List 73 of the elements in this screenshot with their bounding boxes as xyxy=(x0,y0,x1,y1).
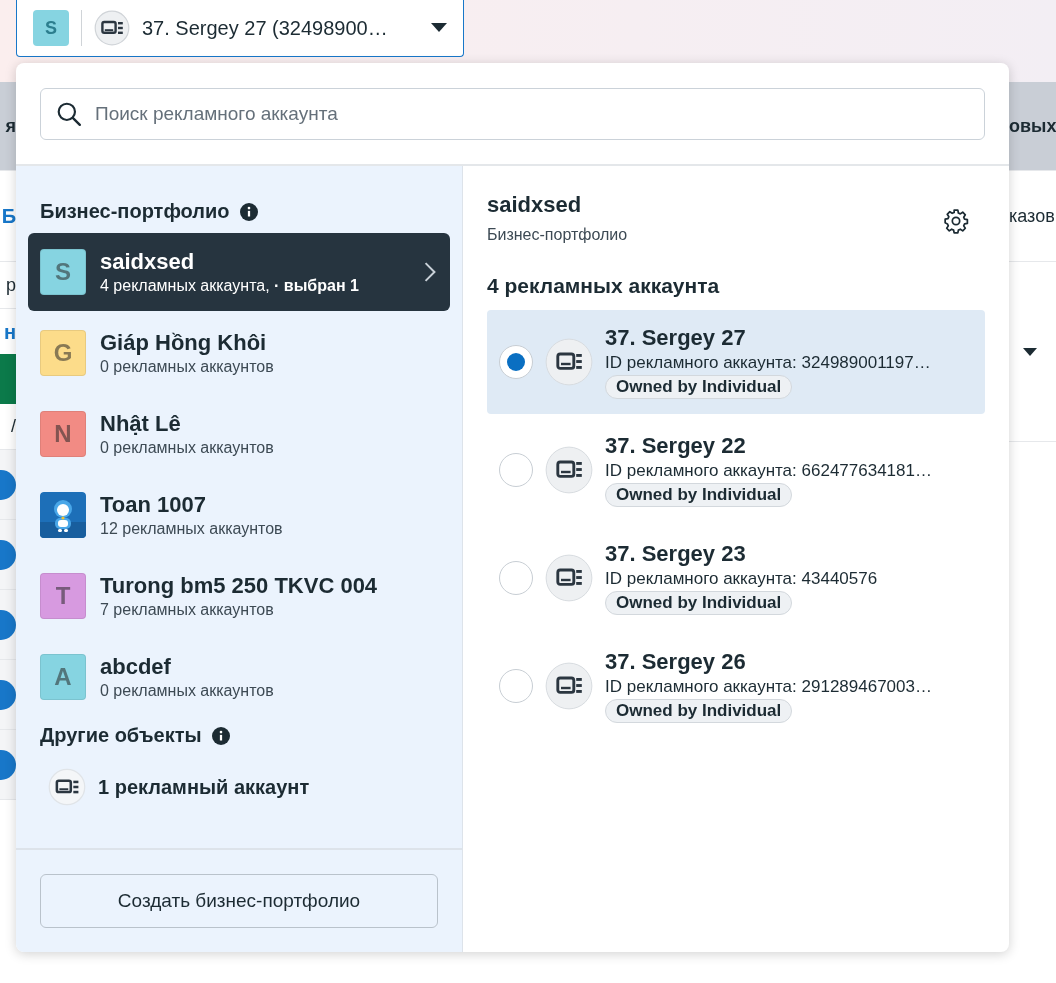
ad-account-icon xyxy=(545,446,593,494)
ad-account-icon xyxy=(545,338,593,386)
radio-button[interactable] xyxy=(499,669,533,703)
account-selector[interactable]: S 37. Sergey 27 (32498900… xyxy=(16,0,464,57)
ad-account-row[interactable]: 37. Sergey 22 ID рекламного аккаунта: 662477634181… Owned by Individual xyxy=(487,418,985,522)
portfolio-item[interactable]: A abcdef 0 рекламных аккаунтов xyxy=(28,638,450,716)
owner-tag: Owned by Individual xyxy=(605,591,793,615)
caret-icon xyxy=(431,23,447,33)
other-accounts-item[interactable]: 1 рекламный аккаунт xyxy=(28,761,450,813)
ad-account-id: ID рекламного аккаунта: 662477634181… xyxy=(605,461,932,481)
portfolio-title: saidxsed xyxy=(487,192,583,218)
radio-button[interactable] xyxy=(499,453,533,487)
info-icon[interactable] xyxy=(239,202,258,221)
ad-account-icon xyxy=(48,768,86,806)
portfolio-item[interactable]: N Nhật Lê 0 рекламных аккаунтов xyxy=(28,395,450,473)
portfolio-avatar: A xyxy=(40,654,86,700)
owner-tag: Owned by Individual xyxy=(605,483,793,507)
page-link[interactable]: н xyxy=(3,320,16,344)
portfolio-subtitle: 4 рекламных аккаунта, · выбран 1 xyxy=(100,277,360,295)
page-text: я xyxy=(5,115,16,137)
portfolio-subtitle: 7 рекламных аккаунтов xyxy=(100,601,275,619)
ad-account-row[interactable]: 37. Sergey 23 ID рекламного аккаунта: 43440576 Owned by Individual xyxy=(487,526,985,630)
owner-tag: Owned by Individual xyxy=(605,375,793,399)
page-text: овых xyxy=(1009,115,1056,137)
caret-icon[interactable] xyxy=(1023,347,1037,356)
portfolio-avatar: G xyxy=(40,330,86,376)
portfolio-subtitle: 0 рекламных аккаунтов xyxy=(100,358,275,376)
page-tab[interactable]: Б xyxy=(1,204,16,228)
ad-account-icon xyxy=(545,554,593,602)
portfolio-avatar: S xyxy=(33,10,69,46)
radio-button[interactable] xyxy=(499,345,533,379)
create-portfolio-button[interactable]: Создать бизнес-портфолио xyxy=(40,874,438,928)
portfolio-subtitle: 0 рекламных аккаунтов xyxy=(100,439,275,457)
portfolio-name: Giáp Hồng Khôi xyxy=(100,330,268,356)
search-icon xyxy=(56,101,82,127)
portfolio-item[interactable]: T Turong bm5 250 TKVC 004 7 рекламных аккаунтов xyxy=(28,557,450,635)
page-text: / xyxy=(11,415,16,437)
portfolio-subtitle: 0 рекламных аккаунтов xyxy=(100,682,275,700)
portfolio-name: Toan 1007 xyxy=(100,492,207,518)
chevron-right-icon xyxy=(424,262,436,282)
page-text: казов xyxy=(1009,205,1055,227)
ad-account-name: 37. Sergey 26 xyxy=(605,649,746,675)
portfolio-name: abcdef xyxy=(100,654,172,680)
ad-account-row[interactable]: 37. Sergey 27 ID рекламного аккаунта: 324989001197… Owned by Individual xyxy=(487,310,985,414)
section-heading: Бизнес-портфолио xyxy=(40,200,230,223)
radio-button[interactable] xyxy=(499,561,533,595)
portfolio-avatar: N xyxy=(40,411,86,457)
ad-account-icon xyxy=(545,662,593,710)
ad-account-id: ID рекламного аккаунта: 43440576 xyxy=(605,569,878,589)
portfolio-name: saidxsed xyxy=(100,249,196,275)
portfolio-avatar: S xyxy=(40,249,86,295)
info-icon[interactable] xyxy=(211,726,230,745)
search-field[interactable]: Поиск рекламного аккаунта xyxy=(40,88,985,140)
settings-icon[interactable] xyxy=(943,208,969,234)
ad-account-row[interactable]: 37. Sergey 26 ID рекламного аккаунта: 291289467003… Owned by Individual xyxy=(487,634,985,738)
portfolio-avatar: T xyxy=(40,573,86,619)
portfolio-type: Бизнес-портфолио xyxy=(487,226,628,244)
owner-tag: Owned by Individual xyxy=(605,699,793,723)
portfolio-name: Turong bm5 250 TKVC 004 xyxy=(100,573,379,599)
portfolio-item[interactable]: S saidxsed 4 рекламных аккаунта, · выбран 1 xyxy=(28,233,450,311)
portfolio-subtitle: 12 рекламных аккаунтов xyxy=(100,520,284,538)
portfolio-item[interactable]: G Giáp Hồng Khôi 0 рекламных аккаунтов xyxy=(28,314,450,392)
ad-account-name: 37. Sergey 22 xyxy=(605,433,746,459)
page-text: р xyxy=(6,274,16,296)
section-heading: Другие объекты xyxy=(40,724,202,747)
ad-account-name: 37. Sergey 27 xyxy=(605,325,746,351)
ad-account-icon xyxy=(94,10,130,46)
portfolio-name: Nhật Lê xyxy=(100,411,182,437)
section-heading: 4 рекламных аккаунта xyxy=(487,274,721,298)
ad-account-name: 37. Sergey 23 xyxy=(605,541,746,567)
ad-account-id: ID рекламного аккаунта: 324989001197… xyxy=(605,353,931,373)
portfolio-item[interactable]: Toan 1007 12 рекламных аккаунтов xyxy=(28,476,450,554)
ad-account-id: ID рекламного аккаунта: 291289467003… xyxy=(605,677,932,697)
